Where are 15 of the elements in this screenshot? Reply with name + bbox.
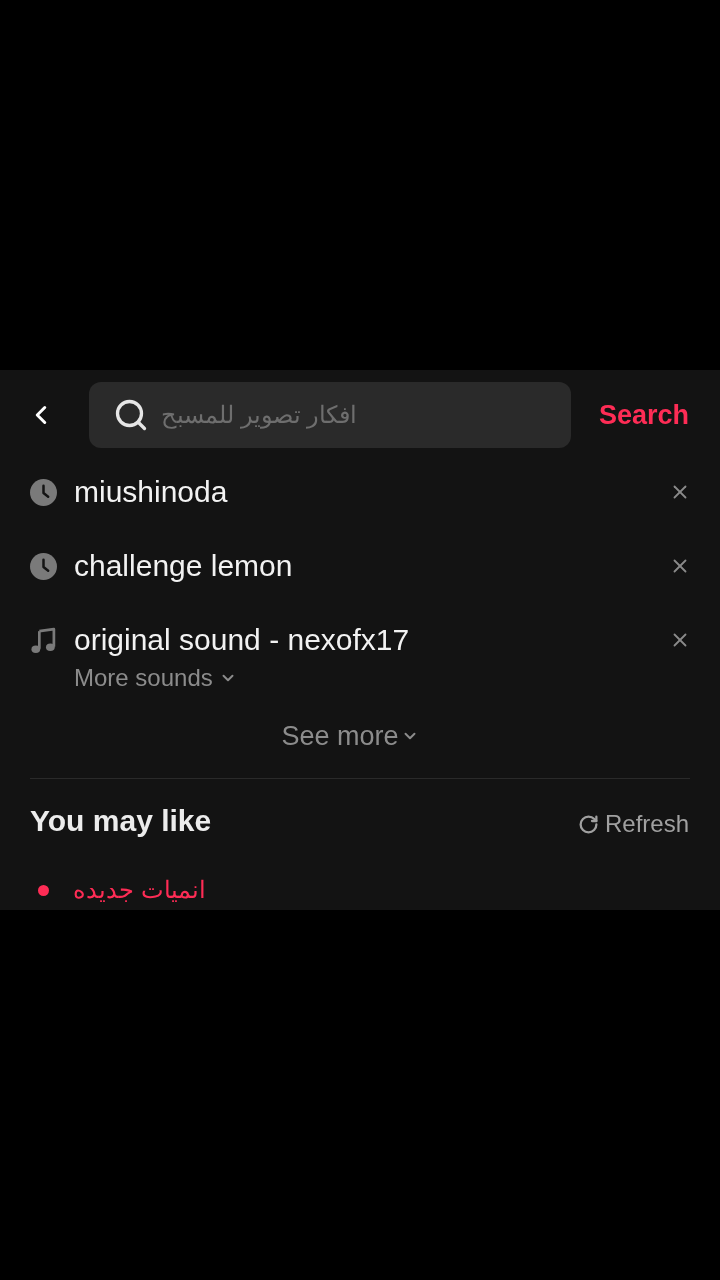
history-item[interactable]: miushinoda <box>74 477 228 507</box>
suggestion-item[interactable]: انميات جديده <box>73 878 206 902</box>
search-field[interactable]: افكار تصوير للمسبح <box>89 382 571 448</box>
section-title: You may like <box>30 806 212 836</box>
clock-icon <box>30 478 57 506</box>
clock-icon <box>30 552 57 580</box>
music-note-icon <box>30 626 57 654</box>
refresh-icon <box>577 813 599 835</box>
history-item[interactable]: original sound - nexofx17 <box>74 625 410 655</box>
more-sounds-button[interactable]: More sounds <box>74 664 237 692</box>
see-more-button[interactable]: See more <box>281 722 419 750</box>
search-button[interactable]: Search <box>598 401 689 429</box>
refresh-button[interactable]: Refresh <box>577 812 689 836</box>
history-item[interactable]: challenge lemon <box>74 551 293 581</box>
search-icon <box>113 397 149 433</box>
